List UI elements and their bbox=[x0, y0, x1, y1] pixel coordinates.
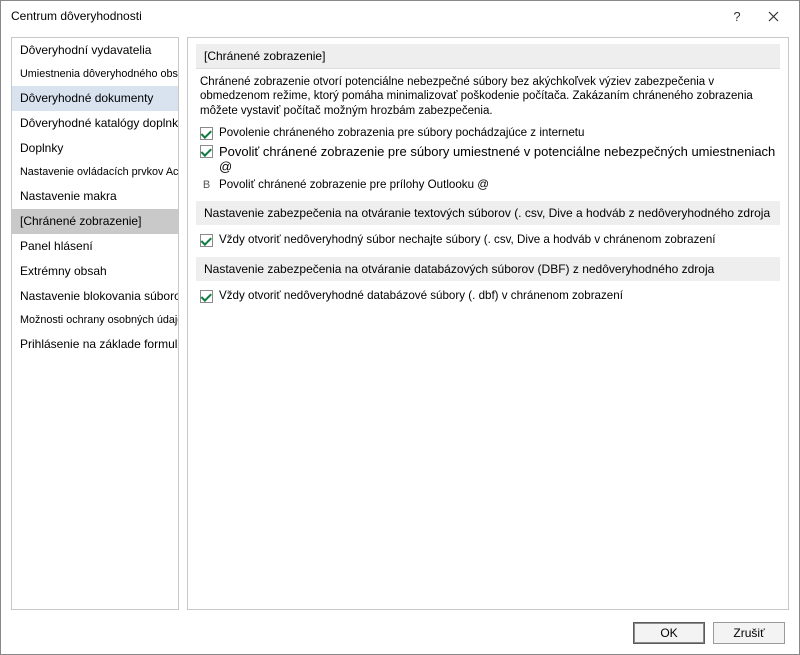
close-icon bbox=[768, 11, 779, 22]
sidebar-item-label: Panel hlásení bbox=[20, 239, 93, 253]
checkbox-enable-pv-unsafe-locations[interactable]: Povoliť chránené zobrazenie pre súbory u… bbox=[196, 142, 780, 176]
checkbox-label: Povolenie chráneného zobrazenia pre súbo… bbox=[219, 126, 584, 139]
sidebar-item-label: Dôveryhodné katalógy doplnkov bbox=[20, 116, 179, 130]
sidebar-item-label: [Chránené zobrazenie] bbox=[20, 214, 141, 228]
button-label: OK bbox=[660, 626, 677, 640]
sidebar-item-protected-view[interactable]: [Chránené zobrazenie] bbox=[12, 209, 178, 234]
dialog-body: Dôveryhodní vydavatelia Umiestnenia dôve… bbox=[1, 31, 799, 614]
sidebar-item-trusted-locations[interactable]: Umiestnenia dôveryhodného obsahu bbox=[12, 63, 178, 86]
dialog-footer: OK Zrušiť bbox=[1, 614, 799, 654]
checkbox-label: Vždy otvoriť nedôveryhodný súbor nechajt… bbox=[219, 233, 716, 246]
sidebar-item-label: Nastavenie makra bbox=[20, 189, 117, 203]
checkbox-icon bbox=[200, 290, 213, 303]
checkbox-icon bbox=[200, 234, 213, 247]
group-header-protected-view: [Chránené zobrazenie] bbox=[196, 44, 780, 69]
checkbox-open-dbf-in-pv[interactable]: Vždy otvoriť nedôveryhodné databázové sú… bbox=[196, 287, 780, 305]
checkbox-label: Povoliť chránené zobrazenie pre prílohy … bbox=[219, 178, 489, 191]
sidebar-item-label: Dôveryhodní vydavatelia bbox=[20, 43, 151, 57]
group-header-text-files: Nastavenie zabezpečenia na otváranie tex… bbox=[196, 201, 780, 225]
sidebar-item-trusted-publishers[interactable]: Dôveryhodní vydavatelia bbox=[12, 38, 178, 63]
sidebar-item-label: Extrémny obsah bbox=[20, 264, 107, 278]
sidebar-item-label: Nastavenie blokovania súborov bbox=[20, 289, 179, 303]
help-button[interactable]: ? bbox=[719, 2, 755, 30]
sidebar-item-privacy-options[interactable]: Možnosti ochrany osobných údajov bbox=[12, 309, 178, 332]
cancel-button[interactable]: Zrušiť bbox=[713, 622, 785, 644]
checkbox-open-text-in-pv[interactable]: Vždy otvoriť nedôveryhodný súbor nechajt… bbox=[196, 231, 780, 249]
checkbox-label: Povoliť chránené zobrazenie pre súbory u… bbox=[219, 144, 776, 174]
checkbox-enable-pv-outlook-attachments[interactable]: B Povoliť chránené zobrazenie pre príloh… bbox=[196, 176, 780, 193]
sidebar-item-label: Nastavenie ovládacích prvkov ActiveX bbox=[20, 166, 179, 178]
sidebar-item-activex-settings[interactable]: Nastavenie ovládacích prvkov ActiveX bbox=[12, 161, 178, 184]
checkbox-enable-pv-internet[interactable]: Povolenie chráneného zobrazenia pre súbo… bbox=[196, 124, 780, 142]
sidebar-item-addins-catalogs[interactable]: Dôveryhodné katalógy doplnkov bbox=[12, 111, 178, 136]
sidebar-item-form-based-signin[interactable]: Prihlásenie na základe formulára bbox=[12, 332, 178, 357]
checkbox-label: Vždy otvoriť nedôveryhodné databázové sú… bbox=[219, 289, 623, 302]
sidebar-item-label: Možnosti ochrany osobných údajov bbox=[20, 314, 179, 326]
close-button[interactable] bbox=[755, 2, 791, 30]
sidebar-item-trusted-documents[interactable]: Dôveryhodné dokumenty bbox=[12, 86, 178, 111]
sidebar-item-file-block-settings[interactable]: Nastavenie blokovania súborov bbox=[12, 284, 178, 309]
sidebar-item-label: Dôveryhodné dokumenty bbox=[20, 91, 153, 105]
checkbox-icon bbox=[200, 127, 213, 140]
sidebar-item-label: Umiestnenia dôveryhodného obsahu bbox=[20, 68, 179, 80]
sidebar-item-external-content[interactable]: Extrémny obsah bbox=[12, 259, 178, 284]
sidebar-item-message-bar[interactable]: Panel hlásení bbox=[12, 234, 178, 259]
sidebar-item-label: Prihlásenie na základe formulára bbox=[20, 337, 179, 351]
checkbox-icon bbox=[200, 145, 213, 158]
protected-view-description: Chránené zobrazenie otvorí potenciálne n… bbox=[196, 75, 780, 124]
sidebar-item-label: Doplnky bbox=[20, 141, 63, 155]
window-title: Centrum dôveryhodnosti bbox=[11, 9, 719, 23]
content-pane: [Chránené zobrazenie] Chránené zobrazeni… bbox=[187, 37, 789, 610]
sidebar-item-macro-settings[interactable]: Nastavenie makra bbox=[12, 184, 178, 209]
button-label: Zrušiť bbox=[733, 626, 764, 640]
ok-button[interactable]: OK bbox=[633, 622, 705, 644]
sidebar-item-addins[interactable]: Doplnky bbox=[12, 136, 178, 161]
option-prefix: B bbox=[200, 179, 213, 191]
trust-center-window: Centrum dôveryhodnosti ? Dôveryhodní vyd… bbox=[0, 0, 800, 655]
help-icon: ? bbox=[733, 9, 740, 24]
group-header-dbf-files: Nastavenie zabezpečenia na otváranie dat… bbox=[196, 257, 780, 281]
sidebar: Dôveryhodní vydavatelia Umiestnenia dôve… bbox=[11, 37, 179, 610]
titlebar: Centrum dôveryhodnosti ? bbox=[1, 1, 799, 31]
